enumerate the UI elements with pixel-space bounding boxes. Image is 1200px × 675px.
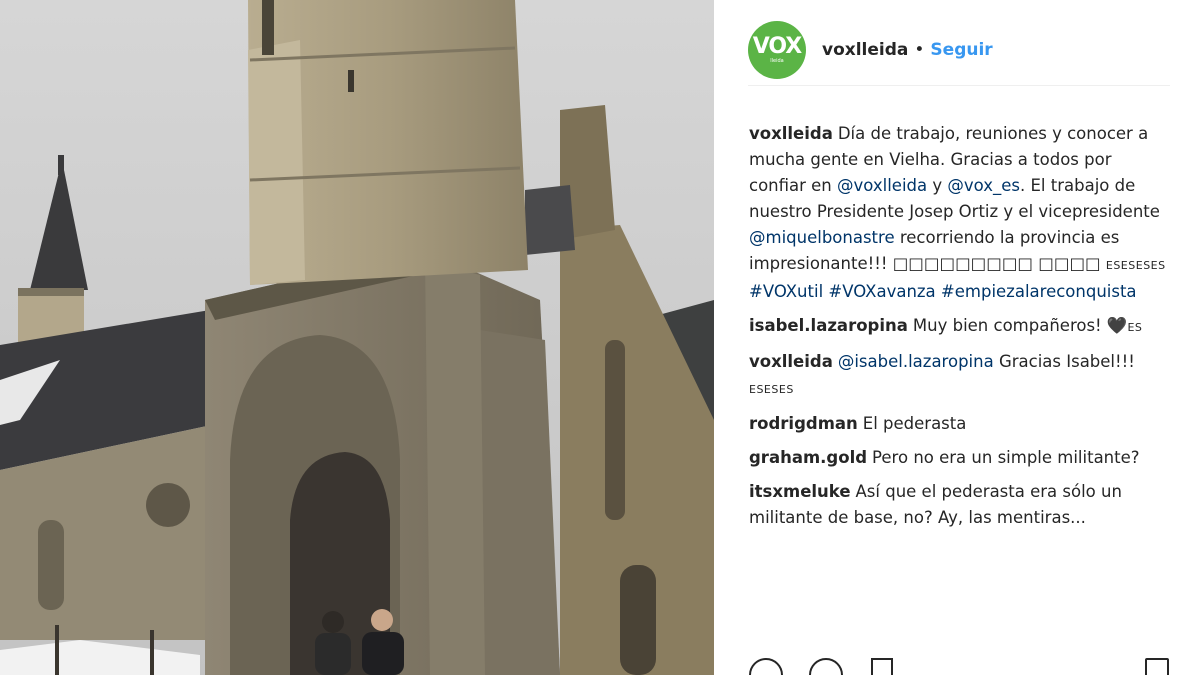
hashtag-links[interactable]: #VOXutil #VOXavanza #empiezalareconquist… — [749, 282, 1137, 301]
comment-text: Gracias Isabel!!! — [993, 352, 1135, 371]
post-actions — [749, 658, 1169, 675]
bookmark-icon[interactable] — [1145, 658, 1169, 675]
share-icon[interactable] — [871, 658, 893, 675]
comment-username[interactable]: rodrigdman — [749, 414, 858, 433]
avatar-sub: lleida — [770, 57, 784, 64]
comment-item: isabel.lazaropina Muy bien compañeros! 🖤E… — [749, 313, 1169, 341]
header-separator: • — [914, 39, 925, 60]
avatar[interactable]: VOX lleida — [748, 20, 806, 79]
post-side-panel: VOX lleida voxlleida • Seguir voxlleida D… — [714, 0, 1200, 675]
comment-username[interactable]: isabel.lazaropina — [749, 316, 908, 335]
church-photo-image — [0, 0, 714, 675]
comment-username[interactable]: itsxmeluke — [749, 482, 851, 501]
comment-item: graham.gold Pero no era un simple militan… — [749, 445, 1169, 471]
flag-emoji-text: ESESESES — [1105, 259, 1166, 272]
comment-username[interactable]: voxlleida — [749, 352, 833, 371]
comments-list: voxlleida Día de trabajo, reuniones y con… — [749, 121, 1169, 539]
comment-item: rodrigdman El pederasta — [749, 411, 1169, 437]
caption: voxlleida Día de trabajo, reuniones y con… — [749, 121, 1169, 305]
comment-item: itsxmeluke Así que el pederasta era sólo … — [749, 479, 1169, 531]
header-username[interactable]: voxlleida — [822, 40, 908, 60]
avatar-brand: VOX — [752, 33, 803, 59]
flag-emoji-text: ESESES — [749, 383, 794, 396]
heart-icon[interactable] — [749, 658, 783, 675]
mention-link[interactable]: @voxlleida — [837, 176, 927, 195]
comment-text: El pederasta — [862, 414, 967, 433]
flag-emoji-text: ES — [1127, 321, 1143, 334]
caption-text-2: y — [927, 176, 948, 195]
mention-link[interactable]: @miquelbonastre — [749, 228, 895, 247]
comment-item: voxlleida @isabel.lazaropina Gracias Isab… — [749, 349, 1169, 403]
comment-username[interactable]: graham.gold — [749, 448, 867, 467]
comment-text: Muy bien compañeros! 🖤 — [912, 316, 1128, 335]
post-header: VOX lleida voxlleida • Seguir — [748, 16, 1170, 86]
post-photo[interactable] — [0, 0, 714, 675]
comment-text: Pero no era un simple militante? — [872, 448, 1140, 467]
mention-link[interactable]: @vox_es — [947, 176, 1020, 195]
comment-icon[interactable] — [809, 658, 843, 675]
caption-username[interactable]: voxlleida — [749, 124, 833, 143]
follow-button[interactable]: Seguir — [930, 40, 992, 60]
mention-link[interactable]: @isabel.lazaropina — [838, 352, 994, 371]
